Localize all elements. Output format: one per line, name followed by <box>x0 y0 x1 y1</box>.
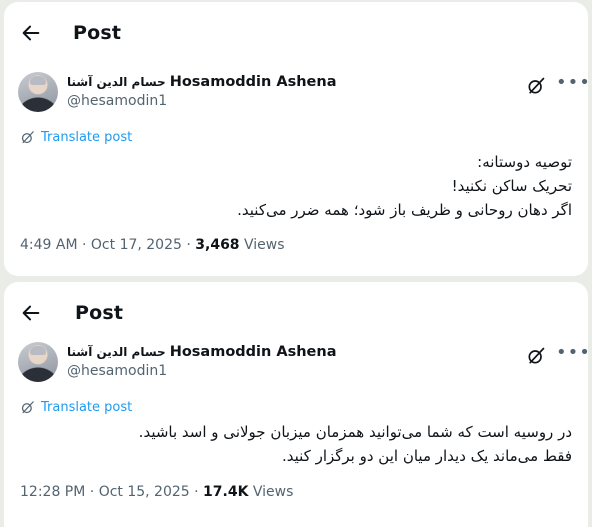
author-names: حسام الدین آشنا Hosamoddin Ashena @hesam… <box>67 344 337 379</box>
author-names: حسام الدین آشنا Hosamoddin Ashena @hesam… <box>67 74 337 109</box>
post-meta: 4:49 AM · Oct 17, 2025 · 3,468 Views <box>20 237 285 253</box>
post-card: Post حسام الدین آشنا Hosamoddin Ashena @… <box>4 282 588 527</box>
post-card: Post حسام الدین آشنا Hosamoddin Ashena @… <box>4 2 588 276</box>
page-title: Post <box>75 302 124 324</box>
tweet-text-line: تحریک ساکن نکنید! <box>451 177 572 195</box>
author-name-fa[interactable]: حسام الدین آشنا <box>67 345 166 359</box>
author-handle[interactable]: @hesamodin1 <box>67 363 337 379</box>
translate-post-label: Translate post <box>41 400 133 415</box>
translate-post-label: Translate post <box>41 130 133 145</box>
post-meta: 12:28 PM · Oct 15, 2025 · 17.4K Views <box>20 484 294 500</box>
author-name[interactable]: Hosamoddin Ashena <box>170 344 337 360</box>
translate-icon <box>21 401 34 414</box>
tweet-text-line: اگر دهان روحانی و ظریف باز شود؛ همه ضرر … <box>237 201 572 219</box>
tweet-text-line: در روسیه است که شما می‌توانید همزمان میز… <box>138 423 572 441</box>
avatar[interactable] <box>18 72 58 112</box>
tweet-text: در روسیه است که شما می‌توانید همزمان میز… <box>32 420 572 468</box>
views-count: 17.4K <box>203 484 249 500</box>
views-label: Views <box>244 237 285 253</box>
page-title: Post <box>73 22 122 44</box>
views-label: Views <box>252 484 294 500</box>
arrow-left-icon[interactable] <box>20 22 42 44</box>
post-header: Post <box>4 282 588 340</box>
grok-icon[interactable] <box>526 346 546 366</box>
post-header: Post <box>4 2 588 60</box>
post-date[interactable]: Oct 15, 2025 <box>99 484 190 500</box>
arrow-left-icon[interactable] <box>20 302 42 324</box>
tweet-text-line: فقط می‌ماند یک دیدار میان این دو برگزار … <box>281 447 572 465</box>
translate-icon <box>21 131 34 144</box>
grok-icon[interactable] <box>526 76 546 96</box>
translate-post-link[interactable]: Translate post <box>20 400 132 415</box>
author-row: حسام الدین آشنا Hosamoddin Ashena @hesam… <box>18 72 588 116</box>
author-row: حسام الدین آشنا Hosamoddin Ashena @hesam… <box>18 342 588 386</box>
tweet-text: توصیه دوستانه: تحریک ساکن نکنید! اگر دها… <box>32 150 572 222</box>
translate-post-link[interactable]: Translate post <box>20 130 132 145</box>
post-time[interactable]: 4:49 AM <box>20 237 78 253</box>
tweet-text-line: توصیه دوستانه: <box>477 153 572 171</box>
more-horizontal-icon[interactable]: ••• <box>556 74 588 96</box>
author-name-fa[interactable]: حسام الدین آشنا <box>67 75 166 89</box>
author-name[interactable]: Hosamoddin Ashena <box>170 74 337 90</box>
post-time[interactable]: 12:28 PM <box>20 484 85 500</box>
views-count: 3,468 <box>195 237 240 253</box>
avatar[interactable] <box>18 342 58 382</box>
author-handle[interactable]: @hesamodin1 <box>67 93 337 109</box>
post-date[interactable]: Oct 17, 2025 <box>91 237 182 253</box>
more-horizontal-icon[interactable]: ••• <box>556 344 588 366</box>
